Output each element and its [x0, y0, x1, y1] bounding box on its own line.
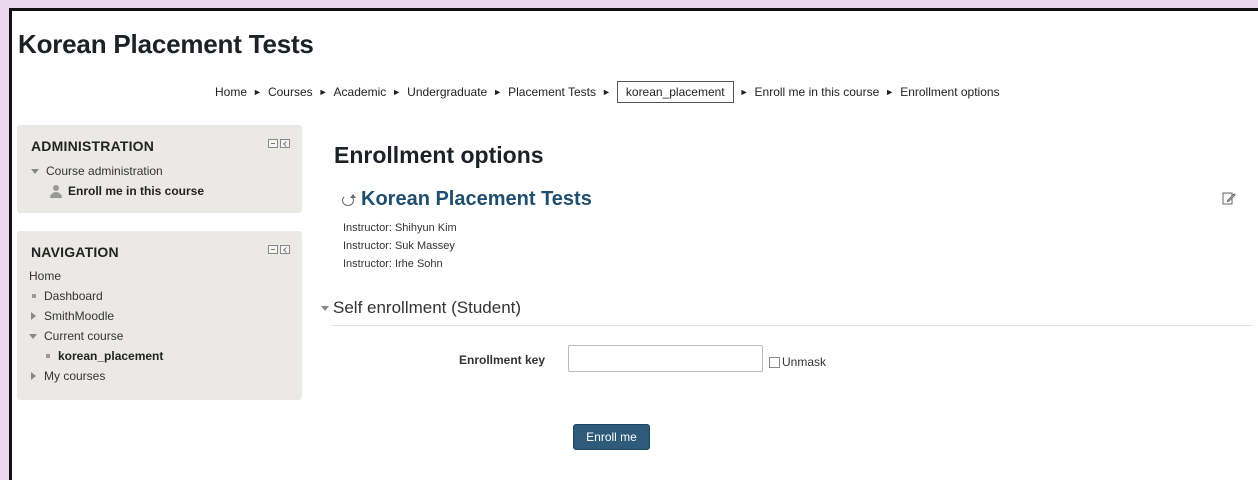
- breadcrumb-placement-tests[interactable]: Placement Tests: [508, 85, 596, 99]
- nav-course-label[interactable]: korean_placement: [58, 346, 163, 366]
- enrollment-key-input[interactable]: [568, 345, 763, 372]
- breadcrumb-academic[interactable]: Academic: [334, 85, 387, 99]
- breadcrumb-enrollment-options: Enrollment options: [900, 85, 1000, 99]
- nav-item-my-courses[interactable]: My courses: [29, 366, 163, 386]
- tree-item-label: Course administration: [46, 164, 163, 178]
- nav-current-course-label[interactable]: Current course: [44, 326, 123, 346]
- unmask-toggle[interactable]: Unmask: [769, 355, 826, 369]
- administration-block: ADMINISTRATION Course administration Enr…: [17, 125, 302, 213]
- breadcrumb-separator: ►: [885, 87, 895, 97]
- tree-item-course-administration[interactable]: Course administration: [31, 161, 204, 181]
- course-icon: [341, 193, 356, 207]
- collapse-icon[interactable]: [321, 305, 329, 311]
- section-title[interactable]: Self enrollment (Student): [333, 298, 521, 318]
- nav-item-site[interactable]: SmithMoodle: [29, 306, 163, 326]
- instructor-item: Instructor: Shihyun Kim: [343, 222, 457, 234]
- page-title: Enrollment options: [334, 142, 544, 168]
- administration-tree: Course administration Enroll me in this …: [31, 161, 204, 201]
- breadcrumb-separator: ►: [392, 87, 402, 97]
- site-title[interactable]: Korean Placement Tests: [18, 29, 314, 60]
- nav-my-courses-label[interactable]: My courses: [44, 366, 105, 386]
- nav-item-dashboard[interactable]: Dashboard: [29, 286, 163, 306]
- breadcrumb-separator: ►: [601, 87, 611, 97]
- dock-icon[interactable]: [280, 245, 290, 254]
- bullet-icon: [46, 354, 50, 358]
- block-controls: [268, 139, 290, 148]
- breadcrumb-home[interactable]: Home: [215, 85, 247, 99]
- expanded-icon[interactable]: [29, 333, 37, 339]
- navigation-tree: Home Dashboard SmithMoodle Current cours…: [29, 266, 163, 386]
- self-enrollment-header[interactable]: Self enrollment (Student): [321, 298, 521, 318]
- enroll-link[interactable]: Enroll me in this course: [68, 181, 204, 201]
- course-title-text[interactable]: Korean Placement Tests: [361, 188, 592, 211]
- instructor-list: Instructor: Shihyun Kim Instructor: Suk …: [343, 219, 457, 273]
- instructor-item: Instructor: Suk Massey: [343, 240, 455, 252]
- browser-frame: Korean Placement Tests Home ► Courses ► …: [9, 8, 1258, 480]
- user-icon: [49, 184, 63, 198]
- nav-item-course[interactable]: korean_placement: [29, 346, 163, 366]
- breadcrumb-separator: ►: [318, 87, 328, 97]
- instructor-item: Instructor: Irhe Sohn: [343, 258, 443, 270]
- breadcrumb-separator: ►: [253, 87, 262, 97]
- navigation-title: NAVIGATION: [31, 244, 119, 260]
- nav-dashboard-label[interactable]: Dashboard: [44, 286, 103, 306]
- minimize-icon[interactable]: [268, 245, 278, 254]
- administration-title: ADMINISTRATION: [31, 138, 155, 154]
- breadcrumb-course[interactable]: korean_placement: [616, 81, 734, 103]
- breadcrumb-enroll[interactable]: Enroll me in this course: [755, 85, 880, 99]
- unmask-label[interactable]: Unmask: [782, 355, 826, 369]
- expanded-icon: [31, 168, 39, 174]
- collapsed-icon[interactable]: [31, 372, 36, 380]
- nav-item-home[interactable]: Home: [29, 266, 163, 286]
- breadcrumb-separator: ►: [739, 87, 749, 97]
- navigation-block: NAVIGATION Home Dashboard SmithMoodle Cu…: [17, 231, 302, 400]
- bullet-icon: [32, 294, 36, 298]
- breadcrumb-courses[interactable]: Courses: [268, 85, 313, 99]
- collapsed-icon[interactable]: [31, 312, 36, 320]
- nav-site-label[interactable]: SmithMoodle: [44, 306, 114, 326]
- enrollment-key-label: Enrollment key: [459, 353, 546, 367]
- nav-item-current-course[interactable]: Current course: [29, 326, 163, 346]
- section-divider: [332, 325, 1252, 326]
- minimize-icon[interactable]: [268, 139, 278, 148]
- course-title[interactable]: Korean Placement Tests: [341, 188, 592, 211]
- enroll-me-button[interactable]: Enroll me: [573, 424, 650, 450]
- breadcrumb: Home ► Courses ► Academic ► Undergraduat…: [215, 81, 1000, 103]
- breadcrumb-separator: ►: [493, 87, 503, 97]
- block-controls: [268, 245, 290, 254]
- edit-settings-icon[interactable]: [1222, 191, 1236, 205]
- dock-icon[interactable]: [280, 139, 290, 148]
- breadcrumb-undergraduate[interactable]: Undergraduate: [407, 85, 487, 99]
- tree-item-enroll[interactable]: Enroll me in this course: [31, 181, 204, 201]
- unmask-checkbox[interactable]: [769, 356, 780, 368]
- nav-home-label[interactable]: Home: [29, 266, 61, 286]
